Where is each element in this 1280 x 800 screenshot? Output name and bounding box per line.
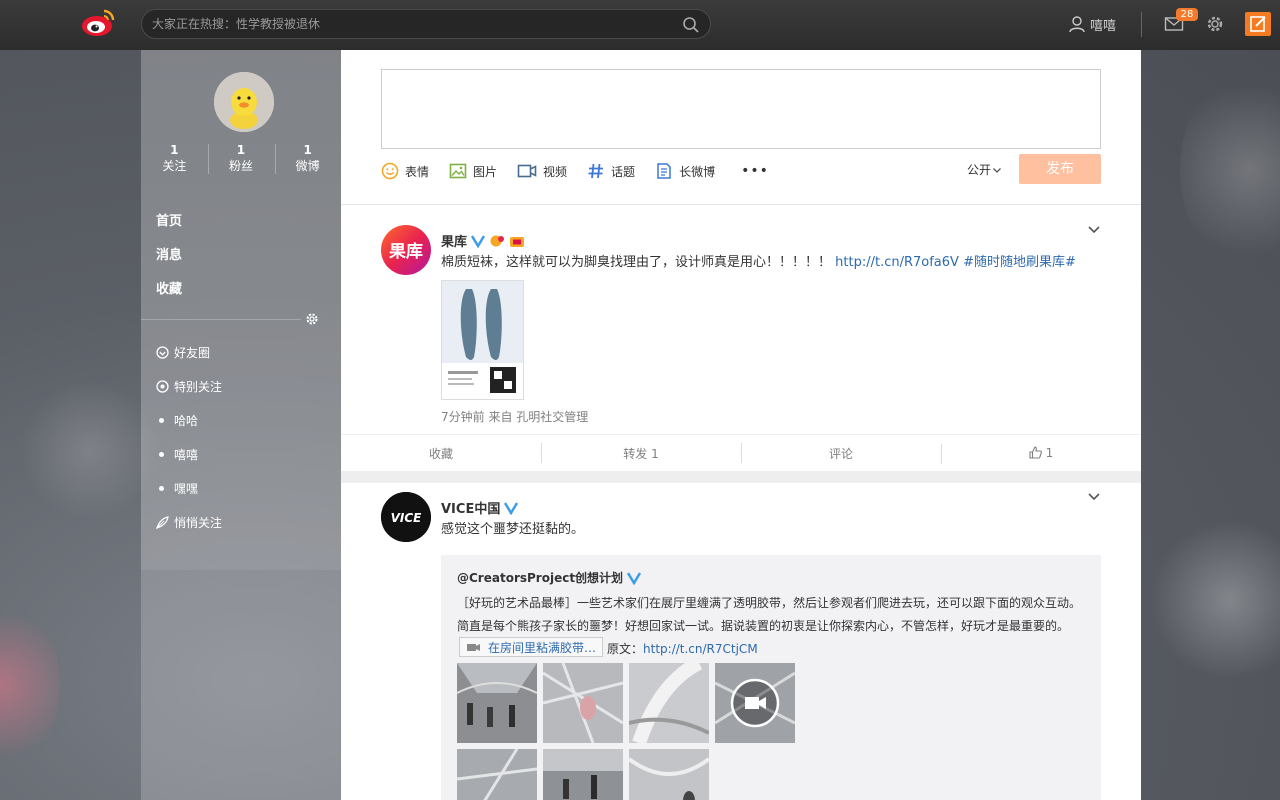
- repost-text: ［好玩的艺术品最棒］一些艺术家们在展厅里缠满了透明胶带，然后让参观者们爬进去玩，…: [457, 596, 1082, 633]
- verified-icon: [471, 234, 486, 248]
- verified-icon: [504, 501, 519, 515]
- thumbs-up-icon: [1029, 446, 1042, 459]
- repost-author[interactable]: @CreatorsProject创想计划: [457, 569, 642, 586]
- verified-icon: [627, 571, 642, 585]
- post-menu-chevron-icon[interactable]: [1087, 492, 1101, 502]
- username: 嘻嘻: [1090, 18, 1117, 34]
- dot-icon: [156, 451, 174, 457]
- settings-gear-icon[interactable]: [1205, 14, 1225, 34]
- repost-image[interactable]: [457, 749, 537, 800]
- composer-toolbar: 表情 图片 视频 话题 长微博 •••: [381, 160, 769, 182]
- original-link: 原文：http://t.cn/R7CtjCM: [607, 642, 758, 656]
- divider: [141, 319, 301, 320]
- duck-avatar-image: [214, 72, 274, 132]
- mail-count-badge: 28: [1176, 8, 1198, 21]
- repost-button[interactable]: 转发 1: [541, 442, 741, 463]
- long-post-icon: [657, 163, 671, 179]
- post-textarea[interactable]: [382, 70, 1100, 148]
- visibility-dropdown[interactable]: 公开: [967, 161, 1003, 178]
- divider: [1141, 12, 1142, 37]
- post-link[interactable]: http://t.cn/R7ofa6V: [835, 255, 959, 270]
- post-menu-chevron-icon[interactable]: [1087, 225, 1101, 235]
- hashtag-button[interactable]: 话题: [587, 162, 635, 180]
- repost-image[interactable]: [629, 749, 709, 800]
- avatar[interactable]: [214, 72, 274, 132]
- post-text: 棉质短袜，这样就可以为脚臭找理由了，设计师真是用心！！！！！ http://t.…: [441, 255, 1076, 270]
- group-item-heihei[interactable]: 嘿嘿: [156, 471, 222, 505]
- following-stat[interactable]: 1 关注: [141, 142, 207, 174]
- emoji-icon: [381, 162, 399, 180]
- post-author-avatar[interactable]: VICE: [381, 492, 431, 542]
- left-sidebar: 1 关注 1 粉丝 1 微博 首页 消息 收藏 好友圈 特别关注 哈哈 嘻嘻 嘿…: [141, 50, 341, 800]
- repost-image[interactable]: [543, 749, 623, 800]
- top-navigation-bar: 嘻嘻 28: [0, 0, 1280, 50]
- comment-button[interactable]: 评论: [741, 442, 941, 463]
- divider: [341, 204, 1141, 205]
- post-author-name[interactable]: VICE中国: [441, 498, 519, 517]
- dot-icon: [156, 417, 174, 423]
- nav-messages[interactable]: 消息: [156, 244, 182, 278]
- tv-badge-icon: [510, 236, 525, 247]
- image-icon: [449, 163, 467, 179]
- more-tools-button[interactable]: •••: [741, 163, 769, 179]
- group-list: 好友圈 特别关注 哈哈 嘻嘻 嘿嘿 悄悄关注: [156, 335, 222, 539]
- group-item-xixi[interactable]: 嘻嘻: [156, 437, 222, 471]
- post-author-avatar[interactable]: 果库: [381, 225, 431, 275]
- chevron-down-icon: [993, 167, 1001, 173]
- posts-stat[interactable]: 1 微博: [274, 142, 341, 174]
- search-box[interactable]: [141, 9, 711, 39]
- reposted-content: @CreatorsProject创想计划 ［好玩的艺术品最棒］一些艺术家们在展厅…: [441, 555, 1101, 800]
- nav-favorites[interactable]: 收藏: [156, 278, 182, 312]
- post-author-name[interactable]: 果库: [441, 231, 525, 250]
- repost-video-thumbnail[interactable]: [715, 663, 795, 743]
- group-item-friends-circle[interactable]: 好友圈: [156, 335, 222, 369]
- quiet-follow-icon: [156, 515, 174, 529]
- compose-button[interactable]: [1245, 12, 1271, 36]
- svg-text:VICE: VICE: [391, 511, 423, 525]
- long-post-button[interactable]: 长微博: [655, 162, 715, 180]
- profile-stats: 1 关注 1 粉丝 1 微博: [141, 142, 341, 174]
- repost-image[interactable]: [543, 663, 623, 743]
- special-follow-icon: [156, 379, 174, 393]
- nav-home[interactable]: 首页: [156, 210, 182, 244]
- group-item-special-follow[interactable]: 特别关注: [156, 369, 222, 403]
- main-feed: 表情 图片 视频 话题 长微博 ••• 公开 发布 果库 果库 棉质短袜，这样就…: [341, 50, 1141, 800]
- favorite-button[interactable]: 收藏: [341, 445, 541, 462]
- divider: [341, 471, 1141, 483]
- edit-icon: [1250, 16, 1266, 32]
- publish-button[interactable]: 发布: [1019, 154, 1101, 184]
- weibo-logo[interactable]: [80, 7, 116, 37]
- followers-stat[interactable]: 1 粉丝: [207, 142, 274, 174]
- group-item-haha[interactable]: 哈哈: [156, 403, 222, 437]
- post-actions: 收藏 转发 1 评论 1: [341, 434, 1141, 471]
- emoji-button[interactable]: 表情: [381, 162, 429, 180]
- post-composer[interactable]: [381, 69, 1101, 149]
- video-link-tag[interactable]: 在房间里粘满胶带…: [459, 637, 604, 657]
- video-icon: [517, 164, 537, 178]
- search-icon[interactable]: [682, 16, 700, 34]
- dot-icon: [156, 485, 174, 491]
- friends-circle-icon: [156, 345, 174, 359]
- repost-image[interactable]: [629, 663, 709, 743]
- image-button[interactable]: 图片: [449, 162, 497, 180]
- post-text: 感觉这个噩梦还挺黏的。: [441, 522, 585, 537]
- post-meta: 7分钟前 来自 孔明社交管理: [441, 410, 589, 424]
- group-item-quiet-follow[interactable]: 悄悄关注: [156, 505, 222, 539]
- repost-image[interactable]: [457, 663, 537, 743]
- search-input[interactable]: [152, 15, 672, 33]
- video-button[interactable]: 视频: [517, 162, 567, 180]
- group-settings-gear-icon[interactable]: [305, 312, 319, 326]
- user-menu[interactable]: 嘻嘻: [1068, 13, 1116, 35]
- video-camera-icon: [467, 644, 480, 651]
- user-icon: [1069, 16, 1085, 33]
- emoji-badge-icon: [490, 235, 505, 246]
- post-image[interactable]: [441, 280, 524, 400]
- svg-text:果库: 果库: [389, 241, 423, 262]
- hashtag-icon: [588, 163, 604, 179]
- like-button[interactable]: 1: [941, 444, 1141, 464]
- main-nav: 首页 消息 收藏: [156, 210, 182, 312]
- post-hashtag[interactable]: #随时随地刷果库#: [963, 255, 1076, 270]
